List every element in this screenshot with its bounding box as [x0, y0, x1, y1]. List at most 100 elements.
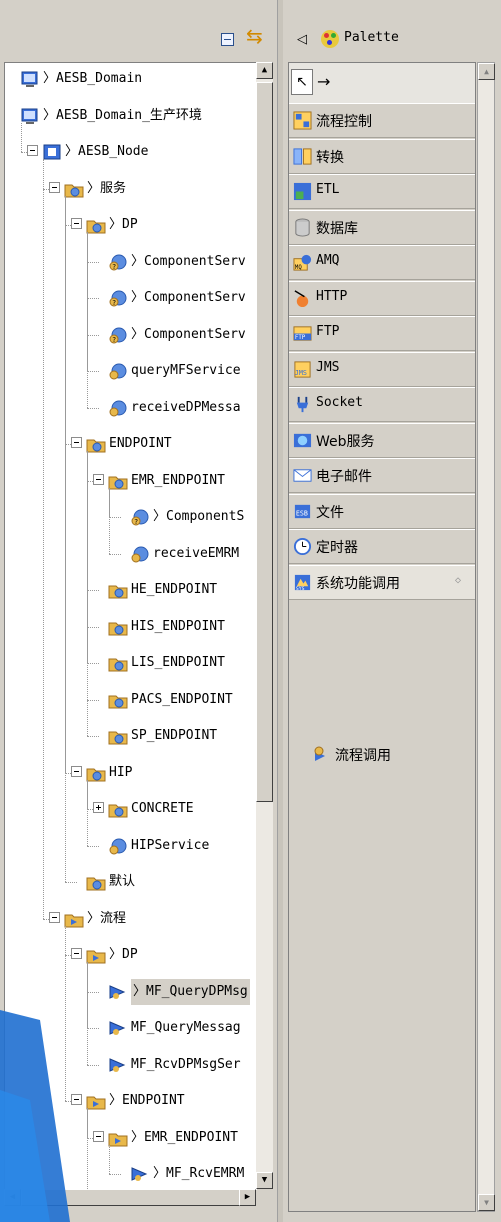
tree-node[interactable]: 〉ENDPOINT — [5, 1088, 257, 1114]
scroll-right-button[interactable]: ▶ — [239, 1189, 256, 1206]
palette-drawer[interactable]: Web服务 — [289, 422, 475, 458]
scroll-thumb-horizontal[interactable] — [21, 1189, 241, 1206]
tree-connector — [87, 962, 88, 1065]
palette-drawer[interactable]: 数据库 — [289, 209, 475, 245]
email-icon — [293, 466, 312, 485]
palette-drawer[interactable]: 流程控制 — [289, 103, 475, 138]
collapse-toggle[interactable] — [71, 1094, 82, 1105]
tree-node-label: 〉ComponentServ — [131, 290, 246, 305]
palette-drawer[interactable]: 转换 — [289, 138, 475, 174]
collapse-toggle[interactable] — [71, 948, 82, 959]
palette-drawer-label: HTTP — [316, 288, 348, 304]
tree-node-label: 〉服务 — [87, 180, 127, 196]
flow-icon — [108, 1018, 128, 1038]
connection-arrow-icon[interactable]: → — [317, 69, 330, 95]
tree-node-label: LIS_ENDPOINT — [131, 655, 225, 670]
component-service-icon: ? — [108, 252, 128, 272]
svg-text:ESB: ESB — [296, 509, 308, 517]
service-folder-icon — [108, 617, 128, 637]
palette-drawers: ↖ → 流程控制转换 ETL 数据库 MQ AMQ HTTP FTP FTP JMS JMS Soc… — [288, 62, 476, 1212]
collapse-toggle[interactable] — [71, 218, 82, 229]
palette-scroll-up[interactable]: ▲ — [478, 63, 495, 80]
tree-node[interactable]: 〉DP — [5, 942, 257, 968]
etl-icon — [293, 182, 312, 201]
tree-node-label: ENDPOINT — [109, 436, 172, 451]
palette-drawer-label: Socket — [316, 395, 363, 410]
palette-drawer-label: 文件 — [316, 504, 344, 521]
palette-drawer-label: ETL — [316, 182, 340, 197]
svg-text:?: ? — [112, 336, 116, 344]
palette-scroll-down[interactable]: ▼ — [478, 1194, 495, 1211]
tree-node[interactable]: 〉MF_RcvEMRM — [5, 1161, 257, 1187]
palette-drawer[interactable]: 定时器 — [289, 529, 475, 564]
tree-node-label: HIS_ENDPOINT — [131, 618, 225, 634]
scroll-up-button[interactable]: ▲ — [256, 62, 273, 79]
palette-drawer-label: 定时器 — [316, 540, 358, 556]
service-icon — [108, 361, 128, 381]
tree-node[interactable]: 〉AESB_Domain_生产环境 — [5, 103, 257, 129]
explorer-toolbar: ⇆ — [0, 0, 277, 60]
service-folder-icon — [108, 580, 128, 600]
collapse-toggle[interactable] — [71, 437, 82, 448]
service-icon — [130, 544, 150, 564]
domain-icon — [20, 106, 40, 126]
project-tree[interactable]: 〉AESB_Domain 〉AESB_Domain_生产环境 〉AESB_Node 〉… — [4, 62, 257, 1190]
palette-tool-label: 流程调用 — [335, 748, 391, 764]
palette-drawer[interactable]: HTTP — [289, 280, 475, 316]
collapse-toggle[interactable] — [93, 1130, 104, 1142]
tree-node[interactable]: MF_RcvDPMsgSer — [5, 1052, 257, 1078]
palette-scrollbar[interactable]: ▲ ▼ — [477, 62, 495, 1212]
tree-vertical-scrollbar[interactable]: ▲ ▼ — [256, 62, 273, 1189]
tree-node-label: 默认 — [109, 874, 136, 889]
palette-drawer-label: 流程控制 — [316, 114, 372, 130]
palette-drawer[interactable]: ETL — [289, 174, 475, 209]
palette-drawer[interactable]: FTP FTP — [289, 316, 475, 351]
tree-connector — [87, 1108, 88, 1190]
tree-node-label: MF_QueryMessag — [131, 1020, 241, 1035]
tree-node-label: 〉MF_QueryDPMsg — [131, 978, 250, 1005]
tree-node-label: HE_ENDPOINT — [131, 582, 218, 597]
service-folder-icon — [108, 690, 128, 710]
expand-toggle[interactable] — [93, 802, 104, 813]
tree-node[interactable]: 〉MF_QueryDPMsg — [5, 978, 257, 1005]
collapse-palette-icon[interactable]: ◁ — [297, 32, 307, 47]
palette-drawer[interactable]: 电子邮件 — [289, 458, 475, 493]
scroll-left-button[interactable]: ◀ — [4, 1189, 21, 1206]
tree-node-label: 〉AESB_Domain — [43, 71, 143, 86]
scroll-down-button[interactable]: ▼ — [256, 1172, 273, 1189]
tree-node-label: CONCRETE — [131, 801, 194, 816]
collapse-toggle[interactable] — [49, 181, 60, 193]
select-arrow-icon[interactable]: ↖ — [291, 69, 313, 95]
tree-node[interactable]: 〉流程 — [5, 906, 257, 932]
tree-node[interactable]: MF_QueryMessag — [5, 1015, 257, 1041]
tree-node-label: 〉ComponentS — [153, 509, 245, 524]
link-with-editor-icon[interactable]: ⇆ — [246, 26, 263, 46]
service-folder-icon — [86, 763, 106, 783]
collapse-toggle[interactable] — [27, 145, 38, 156]
palette-drawer[interactable]: JMS JMS — [289, 351, 475, 387]
palette-title: Palette — [344, 30, 399, 45]
scroll-thumb[interactable] — [256, 82, 273, 802]
tree-node[interactable]: 〉EMR_ENDPOINT — [5, 1125, 257, 1151]
tree-node-label: 〉ComponentServ — [131, 326, 246, 342]
palette-drawer[interactable]: Socket — [289, 387, 475, 422]
palette-drawer[interactable]: MQ AMQ — [289, 245, 475, 280]
tree-node-label: receiveDPMessa — [131, 399, 241, 415]
drawer-chevron-icon[interactable]: ◇ — [455, 575, 461, 586]
flow-folder-icon — [108, 1128, 128, 1148]
palette-icon — [321, 30, 339, 48]
tree-node-label: 〉MF_RcvEMRM — [153, 1166, 245, 1181]
palette-header: ◁ Palette — [283, 22, 501, 58]
tree-node[interactable]: 〉AESB_Domain — [5, 66, 257, 92]
collapse-toggle[interactable] — [49, 911, 60, 923]
node-icon — [42, 142, 62, 162]
component-service-icon: ? — [108, 325, 128, 345]
tree-node-label: HIPService — [131, 837, 210, 853]
collapse-toggle[interactable] — [71, 765, 82, 777]
palette-drawer[interactable]: ESB 文件 — [289, 493, 475, 529]
collapse-all-icon[interactable] — [221, 33, 234, 46]
palette-drawer[interactable]: SYS 系统功能调用 ◇ — [289, 564, 475, 600]
svg-text:MQ: MQ — [295, 265, 302, 271]
collapse-toggle[interactable] — [93, 473, 104, 485]
tree-horizontal-scrollbar[interactable]: ◀ ▶ — [4, 1189, 256, 1206]
